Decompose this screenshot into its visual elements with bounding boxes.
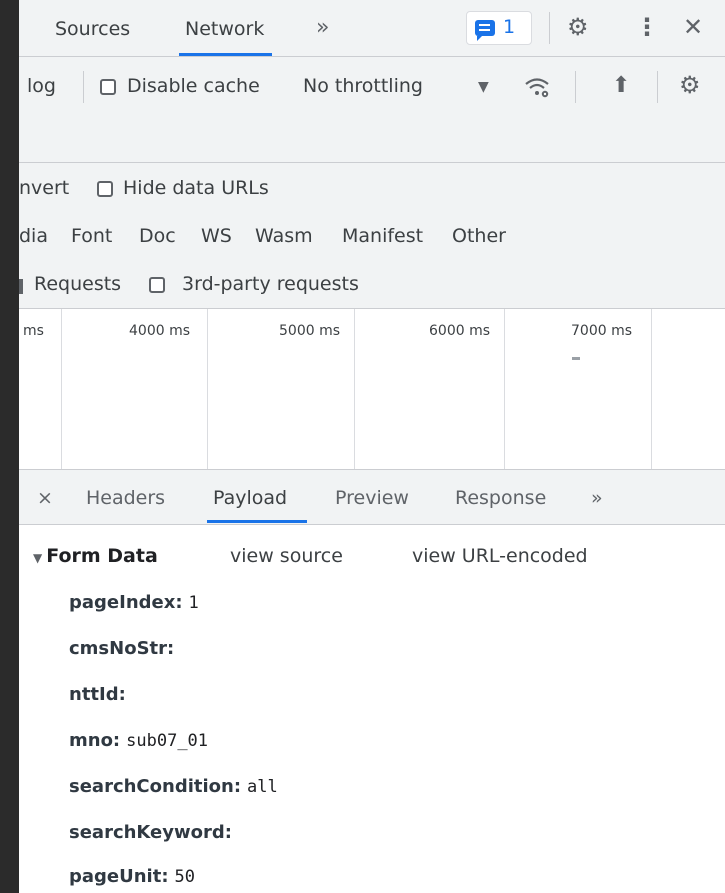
blocked-requests-checkbox[interactable] bbox=[19, 279, 23, 294]
payload-content: ▼ Form Data view source view URL-encoded … bbox=[19, 525, 725, 893]
form-data-title: Form Data bbox=[46, 545, 158, 567]
import-har-icon[interactable]: ⬆ bbox=[612, 73, 630, 98]
throttling-select[interactable]: No throttling bbox=[303, 75, 423, 97]
divider bbox=[549, 12, 550, 44]
timeline-gridline bbox=[207, 309, 208, 469]
main-tab-bar: Sources Network » 1 ⚙ ⋮ ✕ bbox=[19, 0, 725, 57]
network-conditions-icon[interactable] bbox=[524, 76, 550, 98]
tab-response[interactable]: Response bbox=[455, 487, 546, 509]
timeline-gridline bbox=[651, 309, 652, 469]
blocked-requests-label: Requests bbox=[34, 273, 122, 295]
third-party-checkbox[interactable] bbox=[149, 277, 165, 293]
devtools-panel: Sources Network » 1 ⚙ ⋮ ✕ log Disable ca… bbox=[19, 0, 725, 893]
filter-type-font[interactable]: Font bbox=[71, 225, 112, 247]
tab-network[interactable]: Network bbox=[178, 18, 273, 56]
timeline-label: 7000 ms bbox=[571, 323, 633, 339]
close-icon[interactable]: ✕ bbox=[683, 13, 703, 41]
field-key: pageUnit: bbox=[69, 866, 169, 887]
timeline-gridline bbox=[504, 309, 505, 469]
issues-count: 1 bbox=[503, 16, 516, 38]
divider bbox=[657, 71, 658, 103]
kebab-icon[interactable]: ⋮ bbox=[635, 13, 659, 41]
request-timing-bar bbox=[572, 357, 580, 360]
form-field-row: pageIndex: 1 bbox=[69, 592, 199, 613]
field-value: all bbox=[247, 777, 278, 797]
tab-sources[interactable]: Sources bbox=[55, 18, 130, 40]
preserve-log-label: log bbox=[27, 75, 56, 97]
form-field-row: cmsNoStr: bbox=[69, 638, 180, 659]
view-url-encoded-link[interactable]: view URL-encoded bbox=[412, 545, 588, 567]
timeline-label: 4000 ms bbox=[129, 323, 191, 339]
timeline-label: ms bbox=[23, 323, 44, 339]
close-detail-icon[interactable]: × bbox=[37, 487, 53, 509]
form-field-row: mno: sub07_01 bbox=[69, 730, 208, 751]
timeline-overview[interactable]: ms 4000 ms 5000 ms 6000 ms 7000 ms bbox=[19, 309, 725, 470]
filter-type-other[interactable]: Other bbox=[452, 225, 506, 247]
divider bbox=[575, 71, 576, 103]
filter-type-ws[interactable]: WS bbox=[201, 225, 232, 247]
field-key: searchCondition: bbox=[69, 776, 242, 797]
field-value: 50 bbox=[174, 867, 196, 887]
more-detail-tabs-chevron-icon[interactable]: » bbox=[591, 487, 603, 509]
filter-type-media[interactable]: dia bbox=[19, 225, 48, 247]
filter-type-wasm[interactable]: Wasm bbox=[255, 225, 313, 247]
more-tabs-chevron-icon[interactable]: » bbox=[316, 15, 329, 40]
filter-type-doc[interactable]: Doc bbox=[139, 225, 176, 247]
field-key: nttId: bbox=[69, 684, 126, 705]
form-data-toggle[interactable]: ▼ Form Data bbox=[33, 545, 158, 567]
issues-badge-button[interactable]: 1 bbox=[466, 11, 532, 45]
field-key: cmsNoStr: bbox=[69, 638, 175, 659]
form-field-row: searchCondition: all bbox=[69, 776, 278, 797]
filter-type-manifest[interactable]: Manifest bbox=[342, 225, 423, 247]
field-value: sub07_01 bbox=[126, 731, 209, 751]
field-key: mno: bbox=[69, 730, 121, 751]
timeline-gridline bbox=[354, 309, 355, 469]
form-field-row: searchKeyword: bbox=[69, 822, 238, 843]
request-detail-tabs: × Headers Payload Preview Response » bbox=[19, 470, 725, 525]
triangle-down-icon: ▼ bbox=[33, 551, 43, 565]
hide-data-urls-checkbox[interactable] bbox=[97, 181, 113, 197]
divider bbox=[83, 71, 84, 103]
field-key: searchKeyword: bbox=[69, 822, 232, 843]
chevron-down-icon[interactable]: ▼ bbox=[478, 79, 489, 95]
message-icon bbox=[475, 20, 495, 41]
tab-payload[interactable]: Payload bbox=[206, 487, 308, 523]
form-field-row: nttId: bbox=[69, 684, 132, 705]
third-party-label: 3rd-party requests bbox=[182, 273, 359, 295]
timeline-label: 6000 ms bbox=[429, 323, 491, 339]
network-settings-gear-icon[interactable]: ⚙ bbox=[679, 71, 701, 99]
disable-cache-label: Disable cache bbox=[127, 75, 260, 97]
invert-label: nvert bbox=[19, 177, 70, 199]
disable-cache-checkbox[interactable] bbox=[100, 79, 116, 95]
form-field-row: pageUnit: 50 bbox=[69, 866, 195, 887]
tab-headers[interactable]: Headers bbox=[86, 487, 165, 509]
hide-data-urls-label: Hide data URLs bbox=[123, 177, 269, 199]
timeline-gridline bbox=[61, 309, 62, 469]
view-source-link[interactable]: view source bbox=[230, 545, 343, 567]
filter-bar: nvert Hide data URLs dia Font Doc WS Was… bbox=[19, 163, 725, 309]
field-value: 1 bbox=[188, 593, 199, 613]
field-key: pageIndex: bbox=[69, 592, 183, 613]
window-edge bbox=[0, 0, 19, 893]
network-toolbar: log Disable cache No throttling ▼ ⬆ ⚙ bbox=[19, 57, 725, 163]
gear-icon[interactable]: ⚙ bbox=[567, 13, 589, 41]
tab-preview[interactable]: Preview bbox=[335, 487, 409, 509]
timeline-label: 5000 ms bbox=[279, 323, 341, 339]
